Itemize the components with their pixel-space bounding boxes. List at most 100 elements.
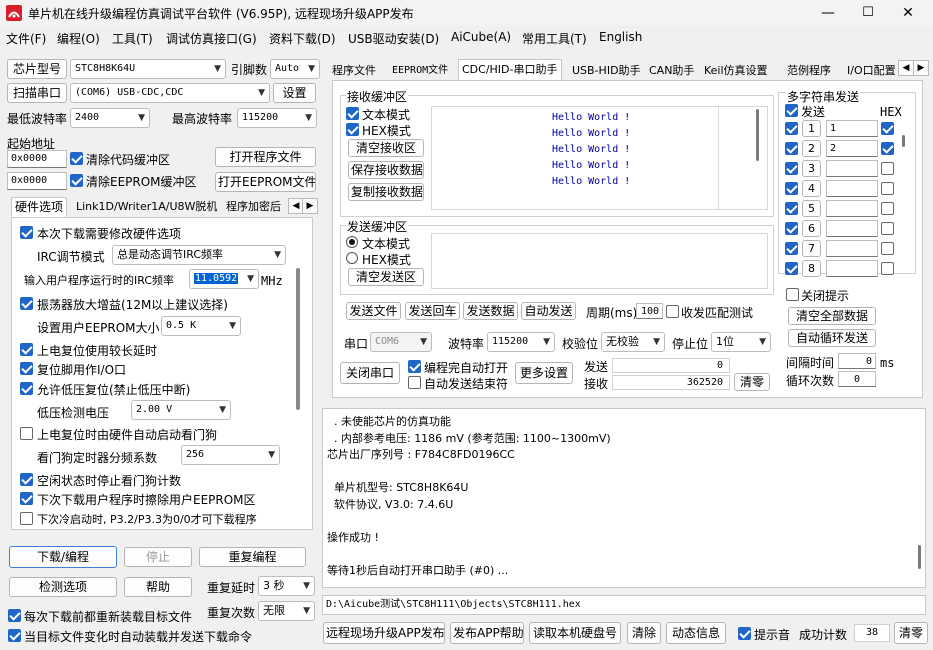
recv-text-mode-checkbox[interactable] [346,107,359,120]
eeprom-size-select[interactable]: 0.5 K ▼ [161,316,241,336]
multi-row-input[interactable] [826,240,878,257]
send-text-area[interactable] [431,233,768,289]
irc-mode-select[interactable]: 总是动态调节IRC频率 ▼ [112,245,286,265]
multi-row-send-button[interactable]: 5 [802,200,821,217]
auto-send-button[interactable]: 自动发送 [521,302,576,320]
reset-io-checkbox[interactable] [20,362,33,375]
multi-row-hex-checkbox[interactable] [881,182,894,195]
menu-file[interactable]: 文件(F) [6,30,46,47]
more-settings-button[interactable]: 更多设置 [515,362,573,384]
read-disk-id-button[interactable]: 读取本机硬盘号 [529,622,621,644]
osc-gain-checkbox[interactable] [20,297,33,310]
max-baud-select[interactable]: 115200 ▼ [237,108,317,128]
multi-row-checkbox[interactable] [785,162,798,175]
download-program-button[interactable]: 下载/编程 [9,546,117,568]
tab-program-encrypt[interactable]: 程序加密后 [222,197,285,217]
multi-row-input[interactable] [826,260,878,277]
multi-row-checkbox[interactable] [785,142,798,155]
menu-usb-driver[interactable]: USB驱动安装(D) [348,30,439,47]
parity-select[interactable]: 无校验 ▼ [601,332,665,352]
multi-string-scrollbar[interactable] [902,135,905,147]
save-receive-button[interactable]: 保存接收数据 [348,161,424,179]
clear-code-checkbox[interactable] [70,152,83,165]
multi-row-input[interactable]: 1 [826,120,878,137]
send-text-mode-radio[interactable] [346,236,358,248]
modify-hw-checkbox[interactable] [20,226,33,239]
multi-row-hex-checkbox[interactable] [881,122,894,135]
log-scrollbar[interactable] [918,545,921,569]
clear-send-button[interactable]: 清空发送区 [348,268,424,286]
stop-bits-select[interactable]: 1位 ▼ [711,332,771,352]
close-port-button[interactable]: 关闭串口 [340,362,400,384]
maximize-button[interactable]: ☐ [848,2,888,24]
auto-loop-send-button[interactable]: 自动循环发送 [788,329,876,347]
cold-start-checkbox[interactable] [20,512,33,525]
chip-model-select[interactable]: STC8H8K64U ▼ [70,59,226,79]
receive-scrollbar[interactable] [756,109,759,161]
menu-aicube[interactable]: AiCube(A) [451,30,511,44]
multi-row-input[interactable] [826,200,878,217]
open-program-file-button[interactable]: 打开程序文件 [215,147,316,167]
multi-row-input[interactable] [826,180,878,197]
close-tip-checkbox[interactable] [786,288,799,301]
por-delay-checkbox[interactable] [20,343,33,356]
multi-row-input[interactable] [826,160,878,177]
pins-select[interactable]: Auto ▼ [270,59,320,79]
hw-options-scrollbar[interactable] [296,268,300,410]
menu-english[interactable]: English [599,30,642,44]
multi-row-send-button[interactable]: 2 [802,140,821,157]
irc-freq-select[interactable]: 11.0592 ▼ [189,269,259,289]
settings-button[interactable]: 设置 [273,83,316,103]
clear-counters-button[interactable]: 清零 [734,373,770,391]
multi-row-checkbox[interactable] [785,182,798,195]
beep-checkbox[interactable] [738,627,751,640]
lvr-checkbox[interactable] [20,382,33,395]
idle-wdt-checkbox[interactable] [20,473,33,486]
tab-usb-hid[interactable]: USB-HID助手 [568,61,645,81]
scan-port-button[interactable]: 扫描串口 [7,83,67,103]
min-baud-select[interactable]: 2400 ▼ [70,108,150,128]
reset-success-button[interactable]: 清零 [894,622,928,644]
tab-scroll-left-icon[interactable]: ◀ [898,60,914,76]
tab-offline-writer[interactable]: Link1D/Writer1A/U8W脱机 [72,197,221,217]
auto-open-checkbox[interactable] [408,360,421,373]
match-test-checkbox[interactable] [666,305,679,318]
wdt-auto-checkbox[interactable] [20,427,33,440]
port-select[interactable]: (COM6) USB-CDC,CDC ▼ [70,83,270,103]
code-address-input[interactable]: 0x0000 [7,150,67,168]
send-return-button[interactable]: 发送回车 [405,302,460,320]
multi-row-hex-checkbox[interactable] [881,242,894,255]
dynamic-info-button[interactable]: 动态信息 [666,622,726,644]
erase-eeprom-checkbox[interactable] [20,492,33,505]
help-button[interactable]: 帮助 [124,577,192,597]
remote-upgrade-button[interactable]: 远程现场升级APP发布 [323,622,445,644]
detect-options-button[interactable]: 检测选项 [9,577,117,597]
clear-all-data-button[interactable]: 清空全部数据 [788,307,876,325]
minimize-button[interactable]: — [808,2,848,24]
multi-row-hex-checkbox[interactable] [881,222,894,235]
multi-row-hex-checkbox[interactable] [881,202,894,215]
serial-port-select[interactable]: COM6 ▼ [370,332,432,352]
repeat-program-button[interactable]: 重复编程 [199,547,306,567]
menu-docs[interactable]: 资料下载(D) [269,30,336,47]
tab-program-file[interactable]: 程序文件 [328,61,380,81]
send-file-button[interactable]: 发送文件 [346,302,401,320]
period-input[interactable]: 100 [636,303,663,319]
multi-row-send-button[interactable]: 3 [802,160,821,177]
tab-serial-assistant[interactable]: CDC/HID-串口助手 [458,59,562,81]
menu-common-tools[interactable]: 常用工具(T) [522,30,587,47]
tab-can[interactable]: CAN助手 [645,61,698,81]
auto-reload-send-checkbox[interactable] [8,629,21,642]
auto-send-end-checkbox[interactable] [408,376,421,389]
multi-row-hex-checkbox[interactable] [881,162,894,175]
tab-scroll-right-icon[interactable]: ▶ [913,60,929,76]
open-eeprom-file-button[interactable]: 打开EEPROM文件 [215,172,316,192]
repeat-delay-select[interactable]: 3 秒 ▼ [258,576,315,596]
tab-io-config[interactable]: I/O口配置 [843,61,899,81]
multi-row-checkbox[interactable] [785,262,798,275]
repeat-count-select[interactable]: 无限 ▼ [258,601,315,621]
log-output[interactable]: . 未使能芯片的仿真功能 . 内部参考电压: 1186 mV (参考范围: 11… [322,408,926,588]
tab-eeprom-file[interactable]: EEPROM文件 [388,61,452,81]
close-button[interactable]: ✕ [888,2,928,24]
send-data-button[interactable]: 发送数据 [463,302,518,320]
